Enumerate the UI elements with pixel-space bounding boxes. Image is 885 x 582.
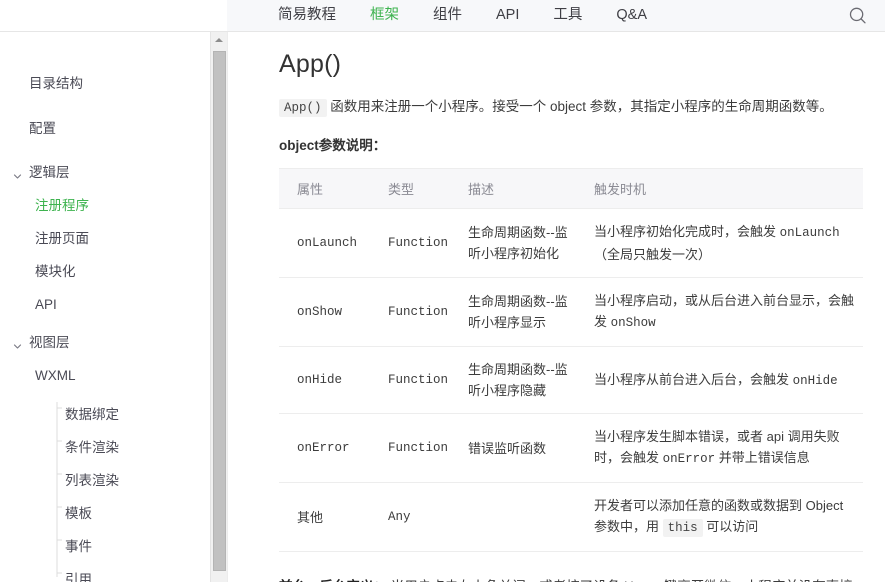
nav-tab-6[interactable]: Q&A <box>616 0 647 31</box>
sidebar-item-label: 事件 <box>65 539 92 554</box>
footer-paragraph-1: 前台、后台定义： 当用户点击左上角关闭，或者按了设备 Home 键离开微信，小程… <box>279 574 863 582</box>
table-row: onShow Function 生命周期函数--监听小程序显示 当小程序启动，或从后台… <box>279 277 863 347</box>
sidebar-item-6[interactable]: 模块化 <box>35 264 76 280</box>
scrollbar-thumb[interactable] <box>213 51 226 571</box>
sidebar-item-4[interactable]: 注册程序 <box>35 198 89 214</box>
sidebar-item-10[interactable]: 数据绑定 <box>65 407 119 423</box>
sidebar-item-11[interactable]: 条件渲染 <box>65 440 119 456</box>
top-nav-left-blank <box>0 0 227 31</box>
nav-tab-5[interactable]: 工具 <box>553 0 582 31</box>
main-content: App() App() 函数用来注册一个小程序。接受一个 object 参数，其… <box>228 32 885 582</box>
trigger-code: onLaunch <box>779 226 840 240</box>
app-code-chip: App() <box>279 99 327 117</box>
sidebar-item-1[interactable]: 目录结构 <box>29 76 83 92</box>
sidebar-item-5[interactable]: 注册页面 <box>35 231 89 247</box>
trigger-code: onHide <box>792 373 838 388</box>
cell-trigger: 当小程序启动，或从后台进入前台显示，会触发 onShow <box>576 277 863 347</box>
chevron-down-icon[interactable] <box>13 339 22 349</box>
sidebar-item-label: 数据绑定 <box>65 407 119 422</box>
footer-paragraphs: 前台、后台定义： 当用户点击左上角关闭，或者按了设备 Home 键离开微信，小程… <box>279 574 863 582</box>
scroll-up-arrow-icon[interactable] <box>211 32 227 48</box>
sidebar-item-12[interactable]: 列表渲染 <box>65 473 119 489</box>
table-header-2: 类型 <box>370 168 450 209</box>
table-row: onError Function 错误监听函数 当小程序发生脚本错误，或者 api 调… <box>279 413 863 483</box>
sidebar-item-label: 注册程序 <box>35 198 89 213</box>
sidebar-item-label: 引用 <box>65 572 92 582</box>
chevron-down-icon[interactable] <box>13 169 22 179</box>
sidebar-item-14[interactable]: 事件 <box>65 539 92 555</box>
sidebar-item-label: API <box>35 297 57 312</box>
sidebar-item-label: 注册页面 <box>35 231 89 246</box>
sidebar-scrollbar[interactable] <box>210 32 227 582</box>
cell-trigger: 当小程序从前台进入后台，会触发 onHide <box>576 346 863 414</box>
intro-text: 函数用来注册一个小程序。接受一个 object 参数，其指定小程序的生命周期函数… <box>330 99 833 114</box>
sidebar-item-label: 模板 <box>65 506 92 521</box>
trigger-code: onError <box>662 452 716 466</box>
trigger-text-post: （全局只触发一次） <box>594 247 712 262</box>
cell-type: Function <box>370 413 450 483</box>
table-body: onLaunch Function 生命周期函数--监听小程序初始化 当小程序初始化完… <box>279 208 863 552</box>
nav-tab-4[interactable]: API <box>496 0 519 31</box>
cell-type: Function <box>370 346 450 414</box>
sidebar-item-9[interactable]: WXML <box>35 368 76 384</box>
nav-tab-list: 简易教程 框架 组件 API 工具 Q&A <box>278 0 681 31</box>
nav-tab-3[interactable]: 组件 <box>433 0 462 31</box>
table-header-4: 触发时机 <box>576 168 863 209</box>
table-row: onLaunch Function 生命周期函数--监听小程序初始化 当小程序初始化完… <box>279 208 863 278</box>
nav-tab-1[interactable]: 简易教程 <box>278 0 336 31</box>
cell-trigger: 当小程序发生脚本错误，或者 api 调用失败时，会触发 onError 并带上错… <box>576 413 863 483</box>
sidebar-item-8[interactable]: 视图层 <box>13 335 70 351</box>
table-header-row: 属性 类型 描述 触发时机 <box>279 168 863 209</box>
trigger-text-pre: 当小程序从前台进入后台，会触发 <box>594 371 793 387</box>
trigger-code: onShow <box>610 316 656 330</box>
sidebar-item-label: 模块化 <box>35 264 76 279</box>
search-icon[interactable] <box>848 6 868 26</box>
trigger-text-pre: 当小程序初始化完成时，会触发 <box>594 224 780 239</box>
sidebar-tree-lines <box>56 402 62 577</box>
cell-type: Any <box>370 482 450 552</box>
sidebar-navigation: 目录结构配置逻辑层注册程序注册页面模块化 API 视图层 WXML 数据绑定条件渲染列表… <box>0 32 209 582</box>
top-navigation-bar: 简易教程 框架 组件 API 工具 Q&A <box>0 0 885 32</box>
sidebar-item-label: 列表渲染 <box>65 473 119 488</box>
sidebar-item-13[interactable]: 模板 <box>65 506 92 522</box>
cell-desc: 生命周期函数--监听小程序隐藏 <box>450 346 576 414</box>
cell-desc <box>450 482 576 552</box>
sidebar-item-label: 配置 <box>29 121 56 136</box>
cell-desc: 生命周期函数--监听小程序初始化 <box>450 208 576 278</box>
sidebar-item-15[interactable]: 引用 <box>65 572 92 582</box>
cell-trigger: 当小程序初始化完成时，会触发 onLaunch （全局只触发一次） <box>576 208 863 278</box>
cell-attr: onLaunch <box>279 208 370 278</box>
sidebar-item-3[interactable]: 逻辑层 <box>13 165 70 181</box>
page-root: 简易教程 框架 组件 API 工具 Q&A 目录结构配置逻辑层注册程序注册页面模块化 API… <box>0 0 885 582</box>
cell-type: Function <box>370 277 450 347</box>
table-row: 其他 Any 开发者可以添加任意的函数或数据到 Object 参数中，用 this … <box>279 482 863 552</box>
table-row: onHide Function 生命周期函数--监听小程序隐藏 当小程序从前台进入后台… <box>279 346 863 414</box>
cell-trigger: 开发者可以添加任意的函数或数据到 Object 参数中，用 this 可以访问 <box>576 482 863 552</box>
intro-paragraph: App() 函数用来注册一个小程序。接受一个 object 参数，其指定小程序的… <box>279 95 863 120</box>
sidebar-item-7[interactable]: API <box>35 297 57 313</box>
cell-desc: 错误监听函数 <box>450 413 576 483</box>
trigger-text-post: 可以访问 <box>702 519 759 534</box>
sidebar-item-label: 条件渲染 <box>65 440 119 455</box>
sidebar-item-2[interactable]: 配置 <box>29 121 56 137</box>
cell-attr: onShow <box>279 277 370 347</box>
sidebar-item-label: WXML <box>35 368 76 383</box>
trigger-text-post: 并带上错误信息 <box>715 450 810 465</box>
cell-attr: onHide <box>279 346 370 414</box>
cell-type: Function <box>370 208 450 278</box>
cell-attr: onError <box>279 413 370 483</box>
sidebar-item-label: 逻辑层 <box>29 165 70 180</box>
cell-desc: 生命周期函数--监听小程序显示 <box>450 277 576 347</box>
trigger-code: this <box>662 519 703 537</box>
cell-attr: 其他 <box>279 482 370 552</box>
object-param-subheading: object参数说明： <box>279 138 387 153</box>
table-header-1: 属性 <box>279 168 370 209</box>
sidebar-item-label: 目录结构 <box>29 76 83 91</box>
sidebar-item-label: 视图层 <box>29 335 70 350</box>
param-table: 属性 类型 描述 触发时机 onLaunch Function 生命周期函数--监听小程序… <box>279 168 863 552</box>
page-title: App() <box>279 50 342 78</box>
table-header-3: 描述 <box>450 168 576 209</box>
nav-tab-2[interactable]: 框架 <box>370 0 399 31</box>
